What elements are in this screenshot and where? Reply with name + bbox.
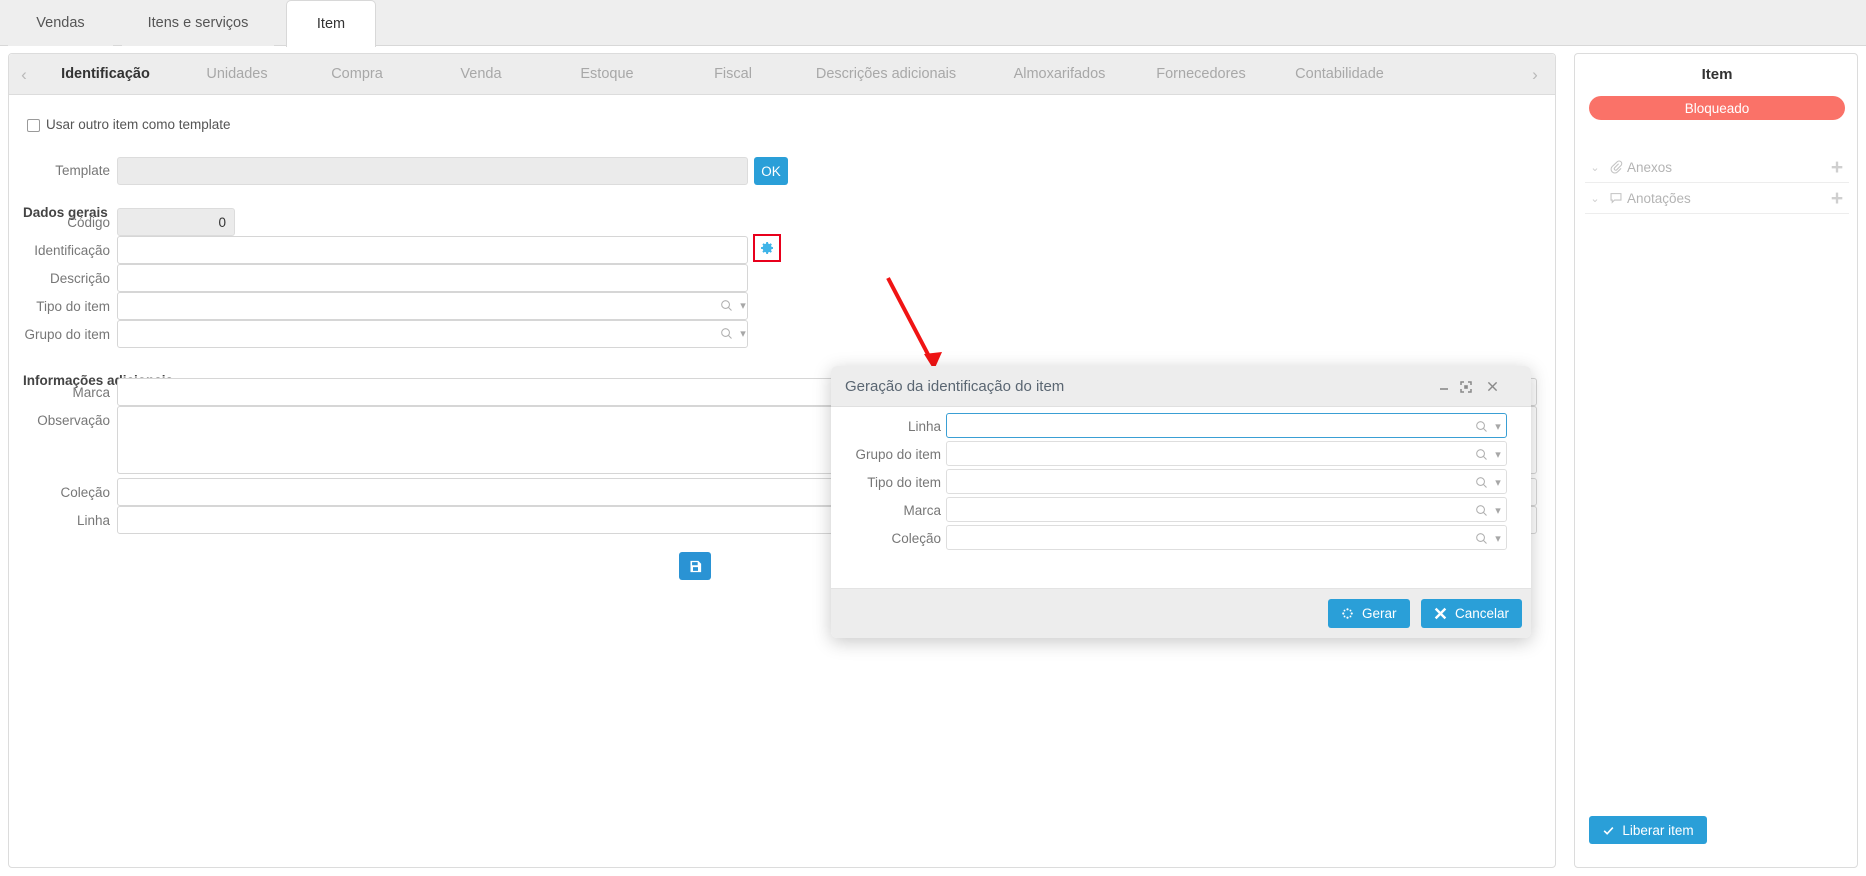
dialog-title-bar: Geração da identificação do item (831, 366, 1531, 407)
dialog-tipo-do-item-input[interactable] (946, 469, 1507, 494)
spinner-icon (1342, 608, 1353, 619)
sub-tab-fiscal[interactable]: Fiscal (693, 54, 773, 95)
sub-tab-venda[interactable]: Venda (439, 54, 523, 95)
panel-section-anotacoes[interactable]: ⌄ Anotações + (1585, 183, 1849, 214)
chevron-down-icon[interactable]: ⌄ (1585, 192, 1605, 205)
panel-section-anexos[interactable]: ⌄ Anexos + (1585, 152, 1849, 183)
dialog-marca-input[interactable] (946, 497, 1507, 522)
generate-identification-gear-button[interactable] (753, 234, 781, 262)
dialog-title: Geração da identificação do item (845, 378, 1065, 395)
marca-field-label: Marca (72, 385, 110, 400)
dialog-close-button[interactable] (1479, 366, 1505, 407)
dialog-marca-label: Marca (903, 503, 941, 518)
application-window: Vendas Itens e serviços Item ‹ Identific… (0, 0, 1866, 876)
sub-tab-contabilidade[interactable]: Contabilidade (1272, 54, 1407, 95)
dialog-linha-chevron-down-icon[interactable]: ▾ (1490, 413, 1506, 439)
tipo-do-item-field-label: Tipo do item (36, 299, 110, 314)
panel-section-label: Anexos (1627, 159, 1673, 175)
close-icon (1434, 607, 1447, 620)
generate-button[interactable]: Gerar (1328, 599, 1410, 628)
release-item-label: Liberar item (1622, 822, 1694, 838)
right-side-panel: Item Bloqueado ⌄ Anexos + ⌄ Anotações + … (1574, 53, 1858, 868)
sub-tab-compra[interactable]: Compra (312, 54, 402, 95)
dialog-tipo-do-item-label: Tipo do item (867, 475, 941, 490)
grupo-do-item-field-label: Grupo do item (24, 327, 110, 342)
dialog-footer: Gerar Cancelar (831, 588, 1531, 638)
dialog-grupo-do-item-input[interactable] (946, 441, 1507, 466)
identification-generation-dialog: Geração da identificação do item Linha ▾… (831, 366, 1531, 638)
release-item-button[interactable]: Liberar item (1589, 816, 1707, 844)
linha-field-label: Linha (76, 513, 110, 528)
dialog-colecao-label: Coleção (891, 531, 941, 546)
colecao-field-label: Coleção (60, 485, 110, 500)
template-input[interactable] (117, 157, 748, 185)
dialog-tipo-do-item-chevron-down-icon[interactable]: ▾ (1490, 469, 1506, 495)
descricao-input[interactable] (117, 264, 748, 292)
dialog-linha-input[interactable] (946, 413, 1507, 438)
note-icon (1605, 191, 1627, 205)
gear-icon (761, 242, 773, 254)
grupo-do-item-chevron-down-icon[interactable]: ▾ (735, 320, 751, 346)
add-anexo-button[interactable]: + (1825, 157, 1849, 178)
sub-tab-unidades[interactable]: Unidades (187, 54, 287, 95)
chevron-right-icon[interactable]: › (1522, 54, 1548, 95)
top-tab-bar: Vendas Itens e serviços Item (0, 0, 1866, 47)
observacao-field-label: Observação (37, 413, 110, 428)
dialog-colecao-chevron-down-icon[interactable]: ▾ (1490, 525, 1506, 551)
sub-tab-fornecedores[interactable]: Fornecedores (1136, 54, 1266, 95)
dialog-grupo-do-item-chevron-down-icon[interactable]: ▾ (1490, 441, 1506, 467)
generate-button-label: Gerar (1362, 606, 1397, 621)
save-icon (690, 560, 701, 572)
check-icon (1603, 826, 1614, 835)
dialog-body: Linha ▾ Grupo do item ▾ Tipo do item ▾ M… (831, 407, 1531, 588)
top-tab-item[interactable]: Item (286, 0, 376, 47)
descricao-field-label: Descrição (49, 271, 110, 286)
paperclip-icon (1605, 160, 1627, 174)
top-tab-itens-e-servicos[interactable]: Itens e serviços (122, 0, 274, 46)
status-badge: Bloqueado (1589, 96, 1845, 120)
cancel-button[interactable]: Cancelar (1421, 599, 1523, 628)
use-template-label: Usar outro item como template (46, 117, 231, 132)
dialog-linha-label: Linha (907, 419, 941, 434)
identificacao-input[interactable] (117, 236, 748, 264)
dialog-marca-chevron-down-icon[interactable]: ▾ (1490, 497, 1506, 523)
tipo-do-item-input[interactable] (117, 292, 748, 320)
cancel-button-label: Cancelar (1455, 606, 1510, 621)
identificacao-field-label: Identificação (34, 243, 110, 258)
sub-tab-estoque[interactable]: Estoque (562, 54, 652, 95)
template-ok-button[interactable]: OK (754, 157, 788, 185)
top-tab-vendas[interactable]: Vendas (8, 0, 113, 46)
grupo-do-item-input[interactable] (117, 320, 748, 348)
dialog-colecao-input[interactable] (946, 525, 1507, 550)
panel-section-label: Anotações (1627, 190, 1691, 206)
add-anotacao-button[interactable]: + (1825, 188, 1849, 209)
maximize-icon (1460, 380, 1472, 393)
sub-tab-almoxarifados[interactable]: Almoxarifados (992, 54, 1127, 95)
template-field-label: Template (55, 163, 110, 178)
chevron-down-icon[interactable]: ⌄ (1585, 161, 1605, 174)
minimize-icon (1440, 387, 1448, 390)
sub-tab-descricoes-adicionais[interactable]: Descrições adicionais (789, 54, 983, 95)
dialog-maximize-button[interactable] (1453, 366, 1479, 407)
sub-tab-identificacao[interactable]: Identificação (33, 54, 178, 95)
sub-tab-bar: ‹ Identificação Unidades Compra Venda Es… (9, 54, 1555, 95)
panel-title: Item (1701, 66, 1733, 83)
tipo-do-item-chevron-down-icon[interactable]: ▾ (735, 292, 751, 318)
save-button[interactable] (679, 552, 711, 580)
dialog-grupo-do-item-label: Grupo do item (855, 447, 941, 462)
codigo-input[interactable]: 0 (117, 208, 235, 236)
codigo-field-label: Código (67, 215, 110, 230)
close-icon (1487, 381, 1497, 392)
use-template-checkbox[interactable] (27, 119, 40, 132)
